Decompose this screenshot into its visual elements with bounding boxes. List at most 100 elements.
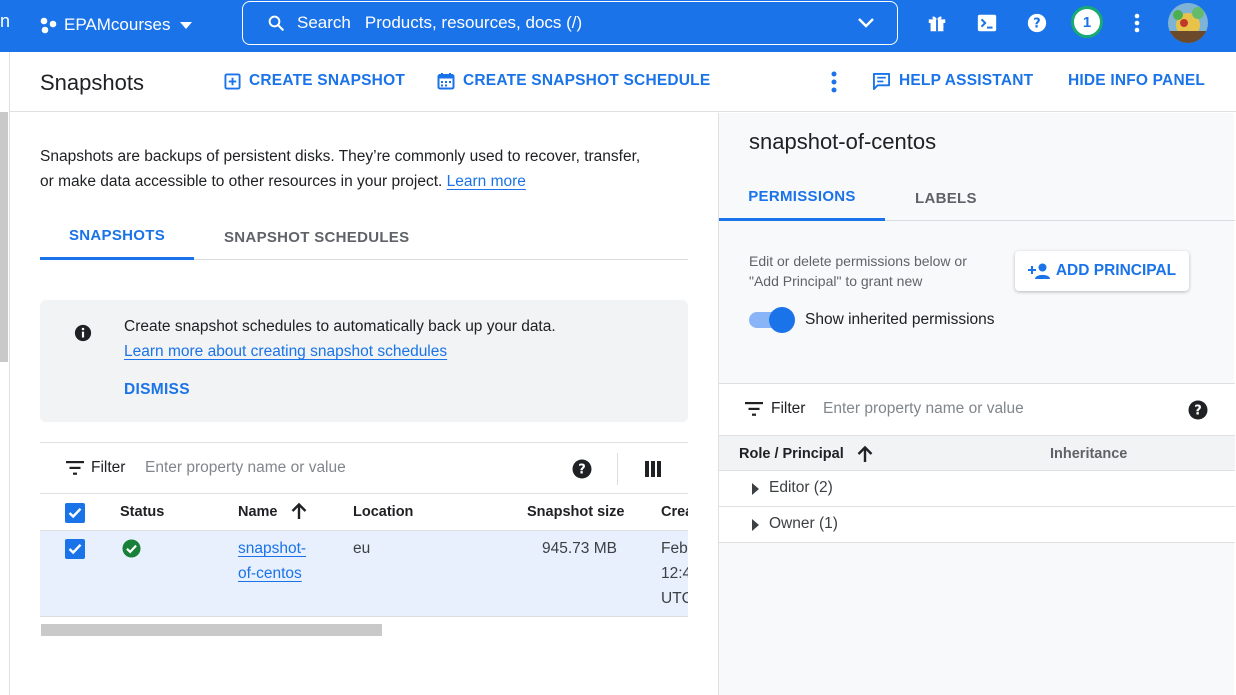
intro-line-2: or make data accessible to other resourc…: [40, 169, 690, 194]
column-display-icon[interactable]: [644, 460, 662, 478]
snapshot-name-line-2[interactable]: of-centos: [238, 561, 306, 586]
left-nav-strip: [0, 52, 10, 695]
top-bar-edge-text: n: [0, 11, 11, 31]
search-bar[interactable]: Search Products, resources, docs (/): [242, 1, 898, 45]
create-snapshot-label: CREATE SNAPSHOT: [249, 72, 406, 89]
create-snapshot-schedule-button[interactable]: CREATE SNAPSHOT SCHEDULE: [437, 72, 710, 90]
snapshot-tabs: SNAPSHOTS SNAPSHOT SCHEDULES: [40, 214, 688, 260]
table-header: Status Name Location Snapshot size Crea: [40, 494, 688, 531]
tab-permissions[interactable]: PERMISSIONS: [719, 175, 885, 221]
created-line-3: UTC: [661, 590, 688, 607]
permission-role-label: Editor (2): [769, 479, 833, 496]
add-principal-label: ADD PRINCIPAL: [1055, 262, 1177, 279]
col-name[interactable]: Name: [238, 502, 308, 520]
sort-arrow-up-icon: [857, 445, 873, 462]
table-horizontal-scrollbar[interactable]: [41, 624, 382, 636]
row-checkbox[interactable]: [65, 539, 85, 559]
banner-message: Create snapshot schedules to automatical…: [124, 318, 556, 335]
status-ok-icon: [122, 539, 141, 558]
cloud-shell-icon[interactable]: [975, 11, 999, 35]
info-panel: snapshot-of-centos PERMISSIONS LABELS Ed…: [718, 113, 1235, 695]
create-schedule-label: CREATE SNAPSHOT SCHEDULE: [463, 72, 711, 89]
hide-info-panel-button[interactable]: HIDE INFO PANEL: [1068, 72, 1205, 90]
snapshot-name-link[interactable]: snapshot- of-centos: [238, 536, 306, 586]
svg-text:?: ?: [578, 463, 586, 478]
create-snapshot-button[interactable]: CREATE SNAPSHOT: [224, 72, 405, 90]
filter-divider: [617, 453, 618, 485]
snapshot-created: Feb 12:4 UTC: [661, 536, 688, 611]
learn-more-link[interactable]: Learn more: [447, 173, 526, 190]
svg-text:?: ?: [1194, 404, 1202, 419]
add-box-icon: [224, 72, 241, 90]
permissions-description: Edit or delete permissions below or "Add…: [749, 251, 999, 291]
table-row[interactable]: snapshot- of-centos eu 945.73 MB Feb 12:…: [40, 531, 688, 617]
check-icon: [68, 507, 82, 519]
calendar-icon: [437, 73, 455, 90]
learn-more-schedules-link[interactable]: Learn more about creating snapshot sched…: [124, 339, 556, 364]
help-icon[interactable]: ?: [1025, 11, 1049, 35]
col-snapshot-size: Snapshot size: [527, 504, 625, 520]
more-vert-icon[interactable]: [1125, 11, 1149, 35]
expand-arrow-icon[interactable]: [752, 519, 759, 531]
add-principal-button[interactable]: ADD PRINCIPAL: [1015, 251, 1189, 291]
notification-badge[interactable]: 1: [1071, 6, 1103, 38]
sort-arrow-up-icon: [291, 502, 306, 519]
filter-icon: [66, 461, 84, 475]
banner-message-block: Create snapshot schedules to automatical…: [124, 314, 556, 364]
info-icon: [74, 324, 92, 342]
dismiss-button[interactable]: DISMISS: [124, 381, 190, 399]
snapshot-size: 945.73 MB: [542, 540, 617, 557]
chevron-down-icon[interactable]: [857, 16, 875, 30]
toggle-label: Show inherited permissions: [805, 311, 995, 328]
caret-down-icon: [180, 21, 193, 29]
select-all-checkbox[interactable]: [65, 503, 85, 523]
svg-text:?: ?: [1033, 17, 1040, 32]
project-dots-icon: [40, 17, 57, 34]
permission-role-label: Owner (1): [769, 515, 838, 532]
snapshot-location: eu: [353, 540, 371, 557]
permissions-description-line-2: "Add Principal" to grant new: [749, 273, 923, 289]
table-filter-bar: Filter Enter property name or value ?: [40, 442, 688, 494]
left-scrollbar[interactable]: [0, 112, 8, 362]
permissions-description-line-1: Edit or delete permissions below or: [749, 253, 967, 269]
info-panel-tabs: PERMISSIONS LABELS: [719, 175, 1235, 221]
created-line-2: 12:4: [661, 565, 688, 582]
chat-icon: [872, 72, 891, 90]
help-icon[interactable]: ?: [1188, 400, 1208, 420]
help-assistant-button[interactable]: HELP ASSISTANT: [872, 72, 1033, 90]
info-banner: Create snapshot schedules to automatical…: [40, 300, 688, 422]
inherited-permissions-toggle[interactable]: [749, 307, 795, 333]
app-root: n EPAMcourses Search Products, resources…: [0, 0, 1236, 695]
col-creation: Crea: [661, 504, 688, 520]
col-inheritance: Inheritance: [1050, 446, 1128, 462]
created-line-1: Feb: [661, 540, 688, 557]
snapshot-name-line-1[interactable]: snapshot-: [238, 536, 306, 561]
person-add-icon: [1027, 263, 1050, 279]
permissions-filter-input[interactable]: Enter property name or value: [823, 400, 1024, 418]
filter-input[interactable]: Enter property name or value: [145, 459, 346, 477]
permission-row-editor[interactable]: Editor (2): [719, 471, 1235, 507]
search-label: Search: [297, 13, 351, 32]
tab-snapshot-schedules[interactable]: SNAPSHOT SCHEDULES: [224, 214, 409, 260]
permissions-filter-label: Filter: [771, 400, 806, 417]
col-role-principal[interactable]: Role / Principal: [739, 445, 874, 463]
tab-labels[interactable]: LABELS: [915, 175, 977, 221]
gift-icon[interactable]: [925, 11, 949, 35]
check-icon: [68, 543, 82, 555]
info-panel-title: snapshot-of-centos: [749, 129, 937, 154]
search-placeholder[interactable]: Products, resources, docs (/): [365, 13, 582, 33]
top-bar: n EPAMcourses Search Products, resources…: [0, 0, 1236, 52]
col-role-principal-label: Role / Principal: [739, 446, 844, 462]
filter-icon: [745, 402, 763, 416]
avatar[interactable]: [1168, 3, 1208, 43]
tab-snapshots[interactable]: SNAPSHOTS: [40, 214, 194, 260]
more-vert-icon[interactable]: [830, 70, 838, 94]
permission-row-owner[interactable]: Owner (1): [719, 507, 1235, 543]
col-location: Location: [353, 504, 414, 520]
project-selector[interactable]: EPAMcourses: [38, 12, 193, 38]
help-icon[interactable]: ?: [572, 459, 592, 479]
intro-text: Snapshots are backups of persistent disk…: [40, 144, 690, 194]
page-title: Snapshots: [40, 70, 144, 95]
intro-line-1: Snapshots are backups of persistent disk…: [40, 148, 641, 165]
expand-arrow-icon[interactable]: [752, 483, 759, 495]
